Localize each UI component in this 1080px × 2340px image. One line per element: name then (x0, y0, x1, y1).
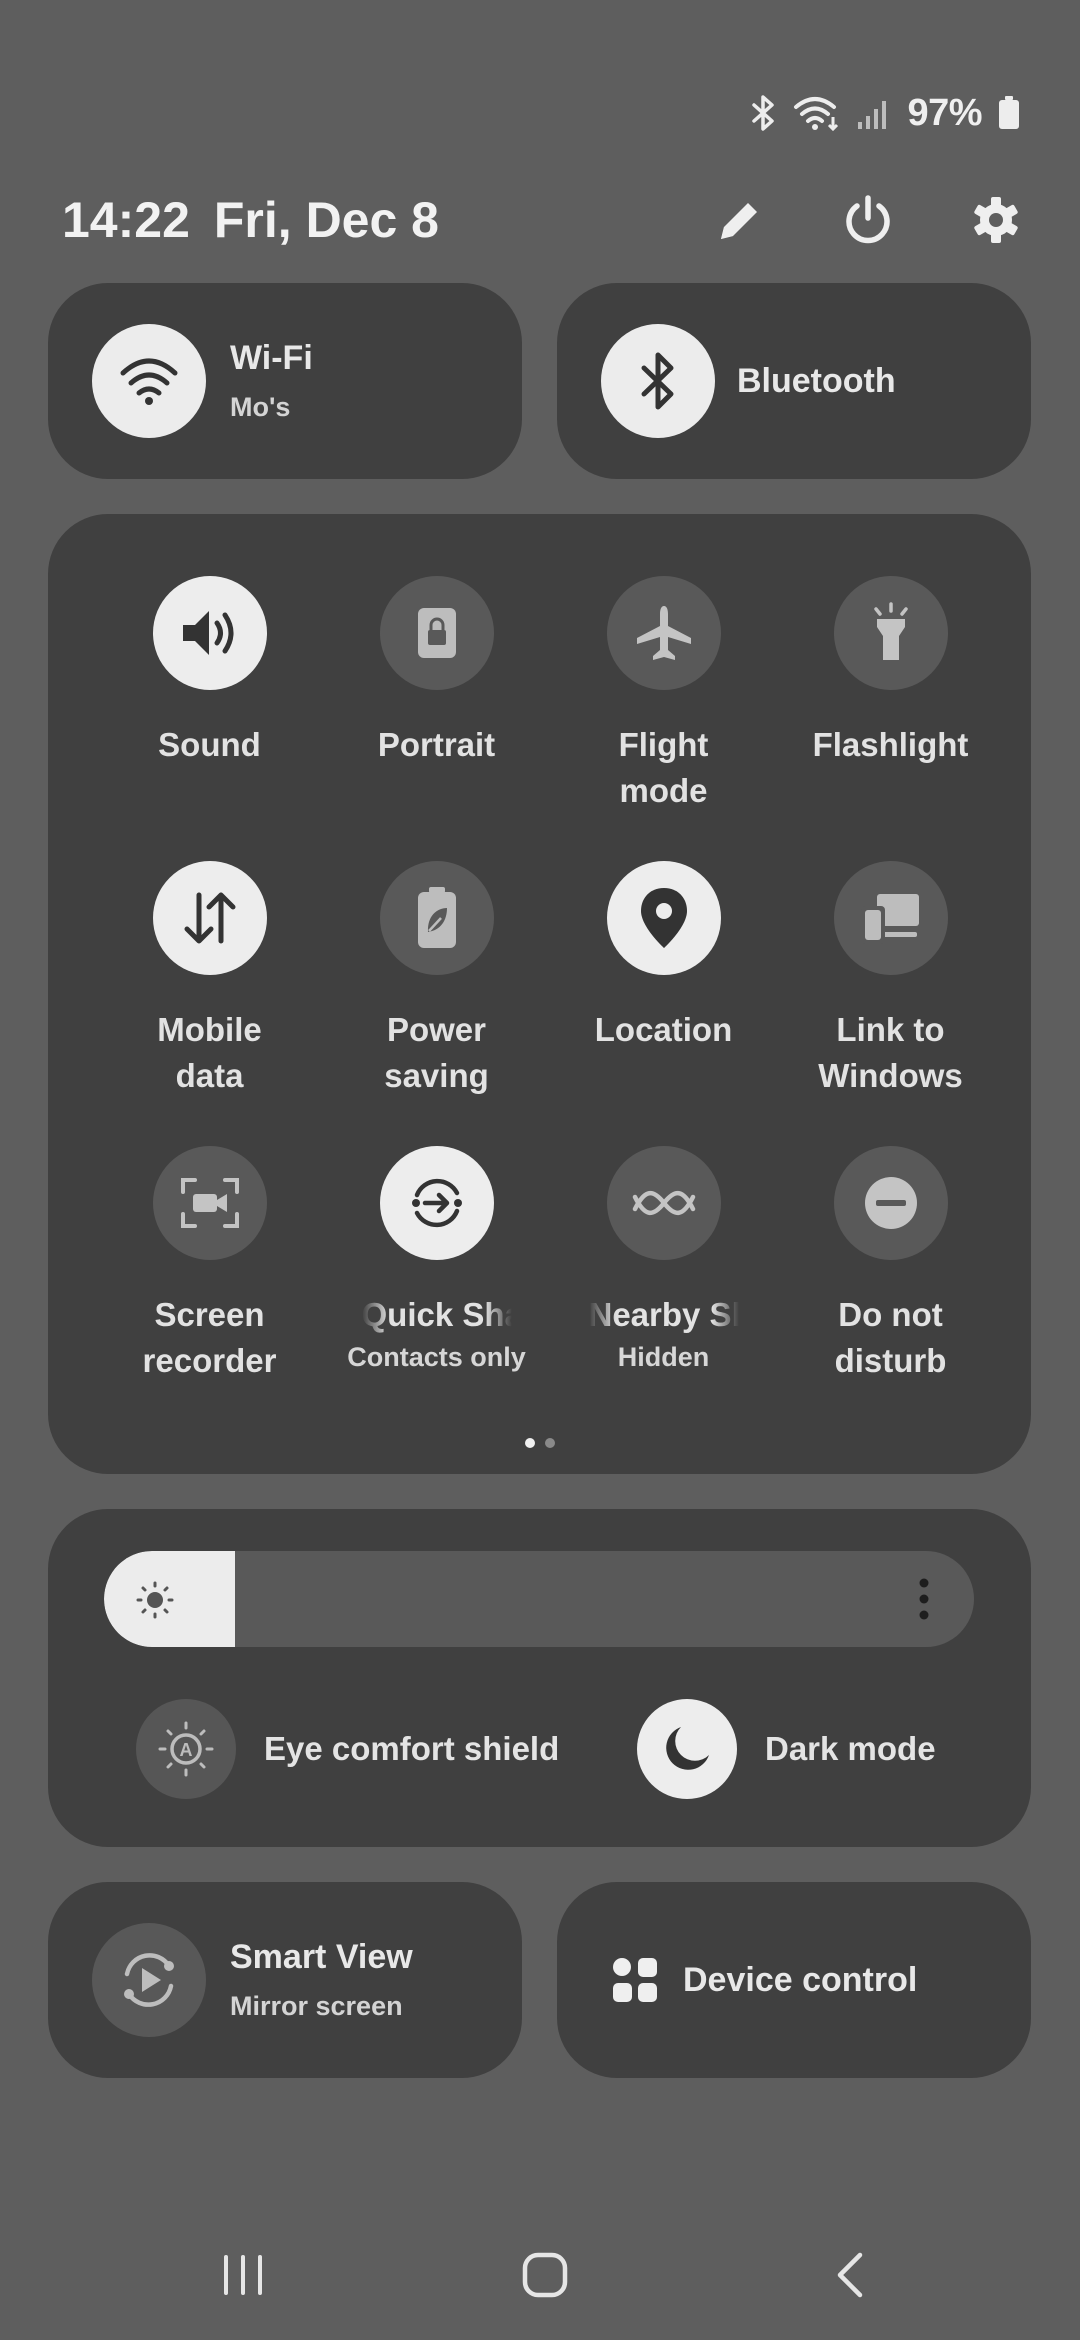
eye-comfort-toggle[interactable]: A Eye comfort shield (136, 1699, 559, 1799)
status-bar: 97% (751, 88, 1020, 138)
power-button[interactable] (842, 194, 894, 246)
navigation-bar (0, 2240, 1080, 2310)
tile-label: Location (594, 1011, 733, 1048)
battery-icon (998, 96, 1020, 130)
tile-label: Flight mode (618, 726, 709, 809)
pencil-icon (721, 203, 757, 239)
tile-sublabel: Hidden (617, 1342, 710, 1372)
device-control-title: Device control (683, 1960, 918, 1999)
page-dot-active (524, 1438, 535, 1448)
tile-flight-mode[interactable]: Flight mode (550, 576, 777, 861)
device-control-icon (613, 1958, 657, 2002)
wifi-icon (120, 358, 178, 405)
tile-label: Portrait (377, 726, 496, 763)
tile-label: Quick Share (361, 1296, 512, 1333)
gear-icon (974, 197, 1018, 243)
tile-label: Mobile data (157, 1011, 262, 1094)
wifi-tile[interactable]: Wi-Fi Mo's (48, 283, 522, 479)
tile-mobile-data[interactable]: Mobile data (96, 861, 323, 1146)
page-indicator (48, 1438, 1031, 1448)
device-control-tile[interactable]: Device control (557, 1882, 1031, 2078)
smart-view-title: Smart View (230, 1938, 413, 1976)
dark-mode-toggle[interactable]: Dark mode (637, 1699, 936, 1799)
tile-link-to-windows[interactable]: Link to Windows (777, 861, 1004, 1146)
airplane-icon (636, 606, 691, 660)
clock[interactable]: 14:22 (62, 191, 190, 249)
home-icon (522, 2252, 568, 2298)
tile-sublabel: Contacts only (347, 1342, 526, 1372)
svg-text:A: A (180, 1740, 193, 1760)
link-windows-icon (860, 894, 919, 944)
back-button[interactable] (815, 2240, 885, 2310)
tile-label: Power saving (384, 1011, 489, 1094)
display-panel: A Eye comfort shield Dark mode (48, 1509, 1031, 1847)
screen-recorder-icon (180, 1178, 239, 1228)
wifi-network-name: Mo's (230, 392, 291, 422)
date[interactable]: Fri, Dec 8 (214, 191, 439, 249)
wifi-status-icon (793, 95, 841, 131)
nearby-share-icon (632, 1191, 695, 1215)
dark-mode-label: Dark mode (765, 1730, 936, 1767)
edit-button[interactable] (714, 194, 766, 246)
tile-portrait[interactable]: Portrait (323, 576, 550, 861)
tile-power-saving[interactable]: Power saving (323, 861, 550, 1146)
tile-screen-recorder[interactable]: Screen recorder (96, 1146, 323, 1431)
battery-leaf-icon (417, 887, 456, 948)
tile-quick-share[interactable]: Quick Share Contacts only (323, 1146, 550, 1431)
brightness-icon (136, 1581, 174, 1624)
location-pin-icon (640, 888, 687, 948)
brightness-slider[interactable] (104, 1551, 974, 1647)
tile-flashlight[interactable]: Flashlight (777, 576, 1004, 861)
tile-do-not-disturb[interactable]: Do not disturb (777, 1146, 1004, 1431)
bluetooth-toggle[interactable] (601, 324, 715, 438)
flashlight-icon (873, 602, 908, 660)
smart-view-subtitle: Mirror screen (230, 1991, 403, 2021)
power-icon (846, 195, 890, 244)
header-actions (714, 194, 1022, 246)
wifi-title: Wi-Fi (230, 339, 313, 377)
tile-sound[interactable]: Sound (96, 576, 323, 861)
data-arrows-icon (184, 892, 235, 944)
smart-view-icon (124, 1953, 174, 2007)
moon-icon (666, 1727, 709, 1770)
do-not-disturb-icon (864, 1177, 917, 1229)
eye-comfort-icon: A (158, 1721, 214, 1777)
tile-label: Do not disturb (834, 1296, 947, 1379)
tile-label: Screen recorder (142, 1296, 277, 1379)
battery-percentage: 97% (907, 91, 982, 134)
bluetooth-status-icon (751, 94, 777, 132)
settings-button[interactable] (970, 194, 1022, 246)
tile-location[interactable]: Location (550, 861, 777, 1146)
tile-label: Link to Windows (818, 1011, 963, 1094)
back-icon (837, 2252, 863, 2298)
eye-comfort-label: Eye comfort shield (264, 1730, 560, 1767)
panel-header: 14:22 Fri, Dec 8 (62, 185, 1022, 255)
tile-label: Flashlight (812, 726, 969, 763)
wifi-toggle[interactable] (92, 324, 206, 438)
recents-icon (224, 2255, 262, 2295)
smart-view-tile[interactable]: Smart View Mirror screen (48, 1882, 522, 2078)
recents-button[interactable] (208, 2240, 278, 2310)
quick-share-icon (411, 1178, 462, 1228)
home-button[interactable] (510, 2240, 580, 2310)
quick-settings-panel: Sound Portrait Flight mode Flashlight Mo… (48, 514, 1031, 1474)
tile-label: Sound (158, 726, 261, 763)
bluetooth-title: Bluetooth (737, 361, 896, 400)
page-dot (544, 1438, 555, 1448)
more-options-icon[interactable] (918, 1577, 930, 1626)
bluetooth-icon (641, 352, 674, 410)
rotation-lock-icon (417, 608, 456, 658)
tile-nearby-share[interactable]: Nearby Share Hidden (550, 1146, 777, 1431)
tile-label: Nearby Share (588, 1296, 739, 1333)
signal-icon (857, 96, 891, 130)
bluetooth-tile[interactable]: Bluetooth (557, 283, 1031, 479)
speaker-icon (182, 611, 233, 655)
